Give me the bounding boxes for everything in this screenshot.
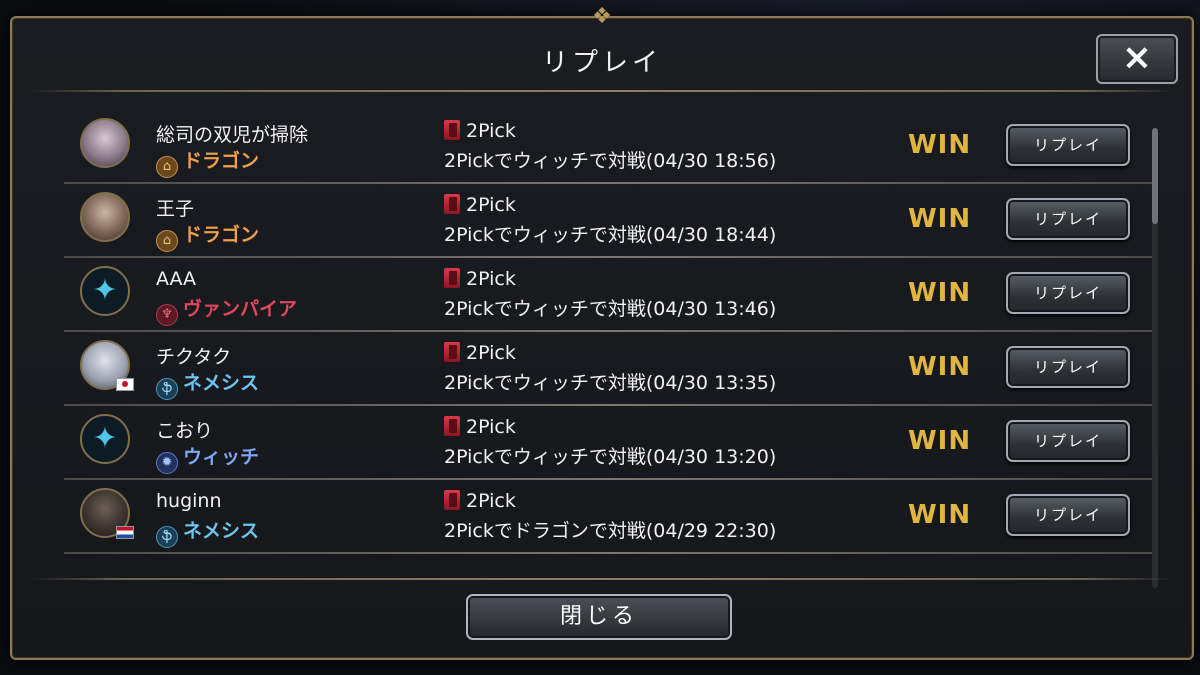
game-mode: 2Pick	[444, 416, 516, 438]
player-name: 総司の双児が掃除	[156, 124, 309, 146]
match-description: 2Pickでウィッチで対戦(04/30 18:44)	[444, 224, 777, 246]
mode-label: 2Pick	[466, 490, 516, 512]
game-mode: 2Pick	[444, 268, 516, 290]
class-label: ネメシス	[183, 520, 260, 542]
replay-dialog: ❖ リプレイ × 総司の双児が掃除 ⌂ ドラゴン 2Pick 2Pickでウィッチ…	[10, 4, 1194, 660]
replay-button[interactable]: リプレイ	[1006, 420, 1130, 462]
player-class: ✹ ウィッチ	[156, 442, 259, 474]
match-result: WIN	[908, 426, 972, 456]
replay-row-4: チクタク ֆ ネメシス 2Pick 2Pickでウィッチで対戦(04/30 13:…	[64, 332, 1158, 406]
player-avatar	[80, 118, 130, 168]
2pick-card-icon	[444, 342, 460, 362]
dragon-class-icon: ⌂	[156, 156, 178, 178]
match-description: 2Pickでウィッチで対戦(04/30 13:20)	[444, 446, 777, 468]
country-flag-icon	[116, 378, 134, 391]
game-mode: 2Pick	[444, 120, 516, 142]
player-name: huginn	[156, 490, 222, 512]
mode-label: 2Pick	[466, 194, 516, 216]
player-class: ⌂ ドラゴン	[156, 146, 259, 178]
vampire-class-icon: ♆	[156, 304, 178, 326]
scrollbar-thumb[interactable]	[1152, 128, 1158, 224]
class-emblem-icon: ✦	[80, 414, 130, 464]
player-avatar	[80, 192, 130, 242]
replay-button[interactable]: リプレイ	[1006, 198, 1130, 240]
match-result: WIN	[908, 278, 972, 308]
2pick-card-icon	[444, 490, 460, 510]
mode-label: 2Pick	[466, 416, 516, 438]
2pick-card-icon	[444, 268, 460, 288]
class-emblem-icon: ✦	[80, 266, 130, 316]
country-flag-icon	[116, 526, 134, 539]
mode-label: 2Pick	[466, 120, 516, 142]
scrollbar[interactable]	[1152, 128, 1158, 588]
match-description: 2Pickでドラゴンで対戦(04/29 22:30)	[444, 520, 777, 542]
replay-button[interactable]: リプレイ	[1006, 494, 1130, 536]
witch-class-icon: ✹	[156, 452, 178, 474]
replay-button[interactable]: リプレイ	[1006, 346, 1130, 388]
player-class: ֆ ネメシス	[156, 368, 259, 400]
game-mode: 2Pick	[444, 194, 516, 216]
mode-label: 2Pick	[466, 268, 516, 290]
class-label: ドラゴン	[183, 224, 260, 246]
2pick-card-icon	[444, 194, 460, 214]
class-label: ドラゴン	[183, 150, 260, 172]
2pick-card-icon	[444, 120, 460, 140]
player-name: チクタク	[156, 346, 232, 368]
nemesis-class-icon: ֆ	[156, 378, 178, 400]
game-mode: 2Pick	[444, 490, 516, 512]
player-name: AAA	[156, 268, 197, 290]
replay-button[interactable]: リプレイ	[1006, 272, 1130, 314]
nemesis-class-icon: ֆ	[156, 526, 178, 548]
replay-row-3: ✦ AAA ♆ ヴァンパイア 2Pick 2Pickでウィッチで対戦(04/30 …	[64, 258, 1158, 332]
class-label: ウィッチ	[183, 446, 260, 468]
title-divider	[30, 90, 1174, 92]
player-class: ֆ ネメシス	[156, 516, 259, 548]
match-result: WIN	[908, 130, 972, 160]
dragon-class-icon: ⌂	[156, 230, 178, 252]
match-result: WIN	[908, 352, 972, 382]
dialog-title: リプレイ	[541, 48, 662, 78]
game-mode: 2Pick	[444, 342, 516, 364]
ornament-icon: ❖	[592, 4, 612, 29]
replay-row-1: 総司の双児が掃除 ⌂ ドラゴン 2Pick 2Pickでウィッチで対戦(04/30…	[64, 110, 1158, 184]
class-label: ヴァンパイア	[183, 298, 298, 320]
replay-button[interactable]: リプレイ	[1006, 124, 1130, 166]
match-description: 2Pickでウィッチで対戦(04/30 13:46)	[444, 298, 777, 320]
2pick-card-icon	[444, 416, 460, 436]
player-class: ♆ ヴァンパイア	[156, 294, 297, 326]
match-result: WIN	[908, 500, 972, 530]
player-name: 王子	[156, 198, 195, 220]
match-description: 2Pickでウィッチで対戦(04/30 18:56)	[444, 150, 777, 172]
match-result: WIN	[908, 204, 972, 234]
close-icon-button[interactable]: ×	[1096, 34, 1178, 84]
replay-list[interactable]: 総司の双児が掃除 ⌂ ドラゴン 2Pick 2Pickでウィッチで対戦(04/30…	[64, 110, 1158, 576]
replay-row-6: huginn ֆ ネメシス 2Pick 2Pickでドラゴンで対戦(04/29 2…	[64, 480, 1158, 554]
player-name: こおり	[156, 420, 214, 442]
match-description: 2Pickでウィッチで対戦(04/30 13:35)	[444, 372, 777, 394]
footer-divider	[30, 578, 1174, 580]
class-label: ネメシス	[183, 372, 260, 394]
replay-row-5: ✦ こおり ✹ ウィッチ 2Pick 2Pickでウィッチで対戦(04/30 13…	[64, 406, 1158, 480]
row-divider	[64, 552, 1158, 554]
player-class: ⌂ ドラゴン	[156, 220, 259, 252]
replay-row-2: 王子 ⌂ ドラゴン 2Pick 2Pickでウィッチで対戦(04/30 18:44…	[64, 184, 1158, 258]
mode-label: 2Pick	[466, 342, 516, 364]
close-button[interactable]: 閉じる	[466, 594, 732, 640]
